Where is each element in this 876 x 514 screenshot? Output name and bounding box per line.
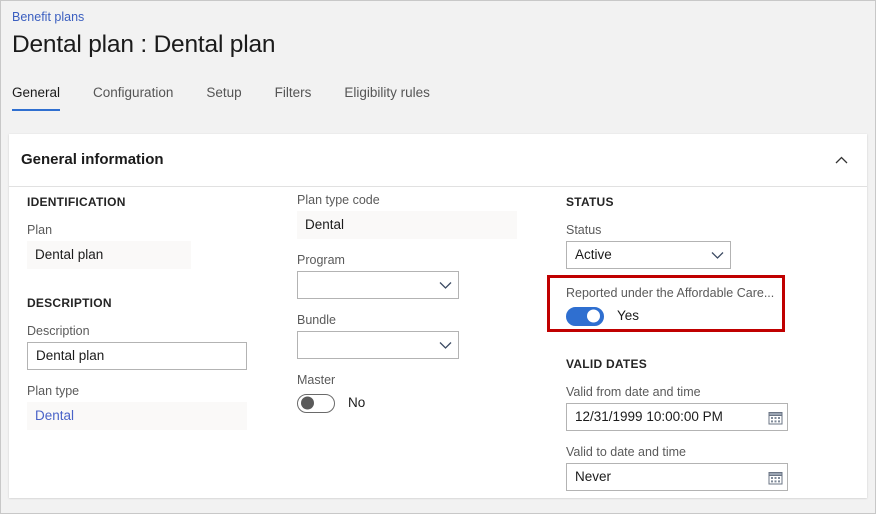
group-title-status: STATUS <box>566 195 614 209</box>
valid-to-input[interactable]: Never <box>566 463 788 491</box>
page-title: Dental plan : Dental plan <box>12 31 276 58</box>
field-label-bundle: Bundle <box>297 313 336 327</box>
field-bundle: Bundle <box>297 312 547 359</box>
aca-toggle-row: Yes <box>566 304 816 328</box>
status-dropdown[interactable]: Active <box>566 241 731 269</box>
application-window: Benefit plans Dental plan : Dental plan … <box>0 0 876 514</box>
bundle-dropdown[interactable] <box>297 331 459 359</box>
field-program: Program <box>297 252 547 299</box>
master-toggle-row: No <box>297 391 547 415</box>
valid-to-wrapper: Never <box>566 463 788 491</box>
valid-from-input[interactable]: 12/31/1999 10:00:00 PM <box>566 403 788 431</box>
column-status: STATUS Status Active Reported under the … <box>566 194 816 504</box>
status-value: Active <box>575 247 612 262</box>
field-label-plan: Plan <box>27 223 53 237</box>
column-plan-details: Plan type code Dental Program Bundle Mas… <box>297 192 547 428</box>
chevron-down-icon <box>439 332 452 358</box>
group-title-description: DESCRIPTION <box>27 296 112 310</box>
tab-strip: General Configuration Setup Filters Elig… <box>12 84 463 111</box>
field-label-description: Description <box>27 324 90 338</box>
aca-toggle-state: Yes <box>617 308 640 323</box>
bundle-value <box>298 332 458 358</box>
program-value <box>298 272 458 298</box>
general-information-card: General information IDENTIFICATION Plan … <box>9 134 867 498</box>
field-label-program: Program <box>297 253 345 267</box>
calendar-icon[interactable] <box>768 403 783 431</box>
field-plan-type: Plan type Dental <box>27 383 277 430</box>
field-label-plan-type-code: Plan type code <box>297 193 380 207</box>
field-valid-to: Valid to date and time Never <box>566 444 816 491</box>
toggle-knob <box>301 396 314 410</box>
tab-configuration[interactable]: Configuration <box>93 84 173 111</box>
field-label-master: Master <box>297 373 336 387</box>
field-label-aca-reported: Reported under the Affordable Care... <box>566 286 775 300</box>
chevron-down-icon <box>711 242 724 268</box>
field-label-plan-type: Plan type <box>27 384 80 398</box>
calendar-icon[interactable] <box>768 463 783 491</box>
field-master: Master No <box>297 372 547 415</box>
field-valid-from: Valid from date and time 12/31/1999 10:0… <box>566 384 816 431</box>
valid-from-wrapper: 12/31/1999 10:00:00 PM <box>566 403 788 431</box>
toggle-knob <box>587 309 600 323</box>
field-label-valid-from: Valid from date and time <box>566 385 701 399</box>
section-title: General information <box>21 151 164 168</box>
card-header: General information <box>9 134 867 187</box>
plan-type-value-link[interactable]: Dental <box>27 402 247 430</box>
column-identification: IDENTIFICATION Plan Dental plan DESCRIPT… <box>27 194 277 443</box>
description-input[interactable]: Dental plan <box>27 342 247 370</box>
aca-reported-toggle[interactable] <box>566 306 604 326</box>
group-title-valid-dates: VALID DATES <box>566 357 647 371</box>
field-plan: Plan Dental plan <box>27 222 277 269</box>
field-label-valid-to: Valid to date and time <box>566 445 686 459</box>
plan-type-code-value: Dental <box>297 211 517 239</box>
master-toggle[interactable] <box>297 393 335 413</box>
field-status: Status Active <box>566 222 816 269</box>
tab-general[interactable]: General <box>12 84 61 111</box>
plan-value: Dental plan <box>27 241 191 269</box>
field-aca-reported: Reported under the Affordable Care... Ye… <box>566 285 816 328</box>
group-title-identification: IDENTIFICATION <box>27 195 126 209</box>
tab-eligibility-rules[interactable]: Eligibility rules <box>344 84 430 111</box>
chevron-up-icon[interactable] <box>829 148 853 172</box>
field-description: Description Dental plan <box>27 323 277 370</box>
field-plan-type-code: Plan type code Dental <box>297 192 547 239</box>
breadcrumb-benefit-plans[interactable]: Benefit plans <box>12 9 84 25</box>
master-toggle-state: No <box>348 395 366 410</box>
tab-setup[interactable]: Setup <box>206 84 241 111</box>
program-dropdown[interactable] <box>297 271 459 299</box>
tab-filters[interactable]: Filters <box>275 84 312 111</box>
chevron-down-icon <box>439 272 452 298</box>
field-label-status: Status <box>566 223 602 237</box>
